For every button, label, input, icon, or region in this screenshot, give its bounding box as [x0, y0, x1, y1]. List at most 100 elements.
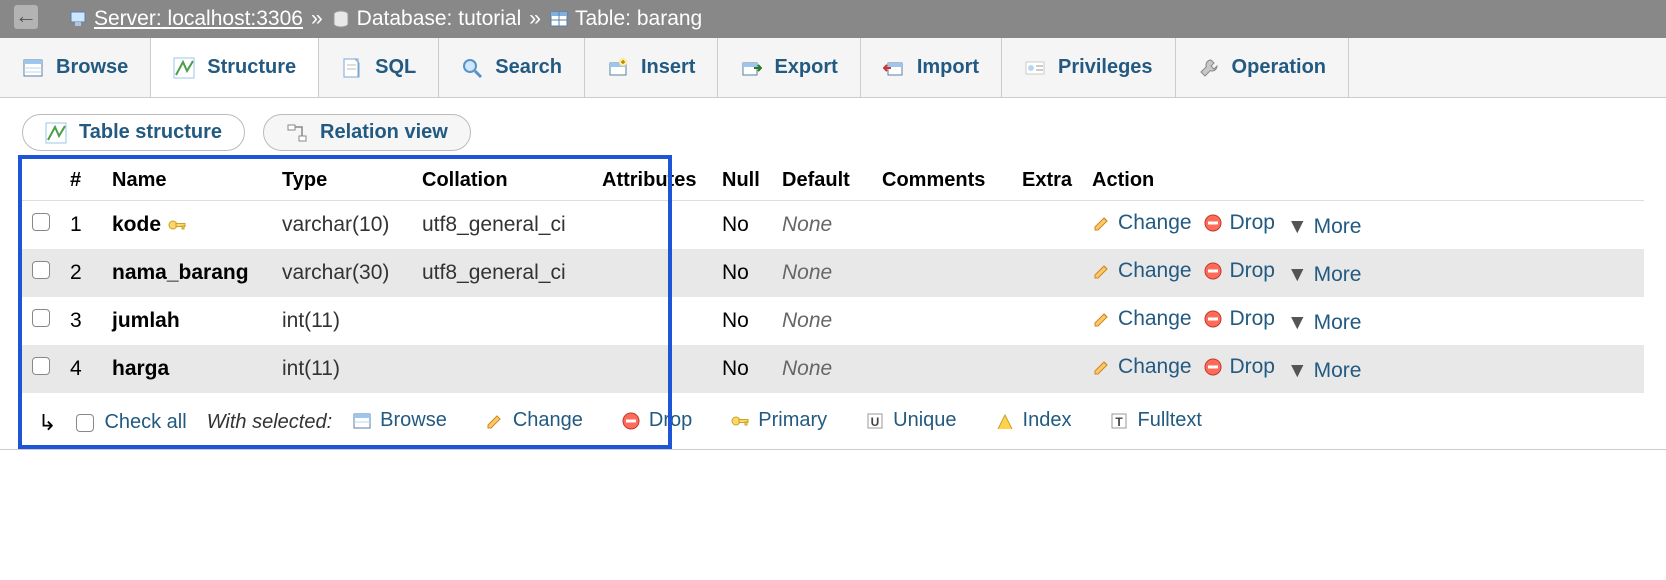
- action-more[interactable]: ▼ More: [1287, 263, 1362, 287]
- row-comments: [872, 249, 1012, 297]
- col-null[interactable]: Null: [712, 161, 772, 201]
- structure-icon: [45, 122, 67, 144]
- index-icon: [995, 411, 1015, 431]
- svg-text:T: T: [1116, 415, 1124, 429]
- row-num: 4: [60, 345, 102, 393]
- action-drop[interactable]: Drop: [1203, 259, 1275, 283]
- tab-structure[interactable]: Structure: [151, 38, 319, 98]
- row-collation: [412, 345, 592, 393]
- tab-label: Insert: [641, 56, 695, 79]
- db-label: Database:: [357, 7, 453, 30]
- col-type[interactable]: Type: [272, 161, 412, 201]
- subtab-table-structure[interactable]: Table structure: [22, 114, 245, 151]
- bottom-action-browse[interactable]: Browse: [352, 409, 447, 432]
- row-type: int(11): [272, 297, 412, 345]
- bottom-action-index[interactable]: Index: [995, 409, 1072, 432]
- row-default: None: [772, 201, 872, 250]
- col-comments[interactable]: Comments: [872, 161, 1012, 201]
- server-icon: [68, 9, 88, 29]
- action-drop[interactable]: Drop: [1203, 355, 1275, 379]
- with-selected-label: With selected:: [207, 411, 332, 434]
- back-arrow-icon[interactable]: ←: [14, 5, 38, 29]
- row-checkbox[interactable]: [32, 309, 50, 327]
- col-attributes[interactable]: Attributes: [592, 161, 712, 201]
- pencil-icon: [1092, 357, 1112, 377]
- tab-label: Export: [774, 56, 837, 79]
- row-actions: Change Drop ▼ More: [1082, 249, 1644, 297]
- row-collation: utf8_general_ci: [412, 201, 592, 250]
- action-drop[interactable]: Drop: [1203, 211, 1275, 235]
- bottom-action-primary[interactable]: Primary: [730, 409, 827, 432]
- action-more[interactable]: ▼ More: [1287, 215, 1362, 239]
- action-change[interactable]: Change: [1092, 259, 1192, 283]
- db-value: tutorial: [458, 7, 521, 30]
- row-type: varchar(30): [272, 249, 412, 297]
- row-checkbox[interactable]: [32, 213, 50, 231]
- bottom-action-drop[interactable]: Drop: [621, 409, 692, 432]
- bottom-action-fulltext[interactable]: TFulltext: [1109, 409, 1201, 432]
- action-change[interactable]: Change: [1092, 355, 1192, 379]
- import-icon: [883, 57, 905, 79]
- col-action: Action: [1082, 161, 1644, 201]
- breadcrumb-table[interactable]: Table: barang: [549, 7, 702, 31]
- insert-icon: [607, 57, 629, 79]
- subtab-label: Table structure: [79, 121, 222, 144]
- table-row: 2 nama_barang varchar(30) utf8_general_c…: [22, 249, 1644, 297]
- tab-browse[interactable]: Browse: [0, 38, 151, 97]
- row-extra: [1012, 345, 1082, 393]
- bottom-action-unique[interactable]: UUnique: [865, 409, 956, 432]
- drop-icon: [1203, 309, 1223, 329]
- row-attributes: [592, 297, 712, 345]
- tab-import[interactable]: Import: [861, 38, 1002, 97]
- row-comments: [872, 201, 1012, 250]
- row-checkbox[interactable]: [32, 357, 50, 375]
- breadcrumb-server[interactable]: Server: localhost:3306: [68, 7, 303, 31]
- row-checkbox[interactable]: [32, 261, 50, 279]
- caret-down-icon: ▼: [1287, 263, 1308, 287]
- export-icon: [740, 57, 762, 79]
- action-more[interactable]: ▼ More: [1287, 311, 1362, 335]
- structure-table: # Name Type Collation Attributes Null De…: [22, 161, 1644, 393]
- bottom-action-change[interactable]: Change: [485, 409, 583, 432]
- breadcrumb: ← Server: localhost:3306 » Database: tut…: [0, 0, 1666, 38]
- tab-privileges[interactable]: Privileges: [1002, 38, 1176, 97]
- browse-icon: [352, 411, 372, 431]
- table-label: Table:: [575, 7, 631, 30]
- col-name[interactable]: Name: [102, 161, 272, 201]
- caret-down-icon: ▼: [1287, 359, 1308, 383]
- structure-icon: [173, 57, 195, 79]
- tab-sql[interactable]: SQL: [319, 38, 439, 97]
- check-all-checkbox[interactable]: [76, 414, 94, 432]
- tab-insert[interactable]: Insert: [585, 38, 718, 97]
- row-null: No: [712, 249, 772, 297]
- table-row: 1 kode varchar(10) utf8_general_ci No No…: [22, 201, 1644, 250]
- row-extra: [1012, 201, 1082, 250]
- caret-down-icon: ▼: [1287, 311, 1308, 335]
- action-drop[interactable]: Drop: [1203, 307, 1275, 331]
- col-num[interactable]: #: [60, 161, 102, 201]
- subtab-relation-view[interactable]: Relation view: [263, 114, 471, 151]
- row-actions: Change Drop ▼ More: [1082, 297, 1644, 345]
- structure-table-wrap: # Name Type Collation Attributes Null De…: [0, 161, 1666, 393]
- col-collation[interactable]: Collation: [412, 161, 592, 201]
- caret-down-icon: ▼: [1287, 215, 1308, 239]
- check-all[interactable]: Check all: [76, 411, 186, 434]
- action-change[interactable]: Change: [1092, 211, 1192, 235]
- action-change[interactable]: Change: [1092, 307, 1192, 331]
- tab-export[interactable]: Export: [718, 38, 860, 97]
- tab-operations[interactable]: Operation: [1176, 38, 1349, 97]
- subtab-label: Relation view: [320, 121, 448, 144]
- row-attributes: [592, 201, 712, 250]
- col-default[interactable]: Default: [772, 161, 872, 201]
- tab-search[interactable]: Search: [439, 38, 585, 97]
- row-type: varchar(10): [272, 201, 412, 250]
- action-more[interactable]: ▼ More: [1287, 359, 1362, 383]
- pencil-icon: [1092, 261, 1112, 281]
- primary-key-icon: [167, 215, 187, 235]
- row-type: int(11): [272, 345, 412, 393]
- bottom-bar: ↳ Check all With selected: BrowseChangeD…: [0, 399, 1666, 450]
- tabs: Browse Structure SQL Search Insert Expor…: [0, 38, 1666, 98]
- breadcrumb-database[interactable]: Database: tutorial: [331, 7, 522, 31]
- row-extra: [1012, 297, 1082, 345]
- col-extra[interactable]: Extra: [1012, 161, 1082, 201]
